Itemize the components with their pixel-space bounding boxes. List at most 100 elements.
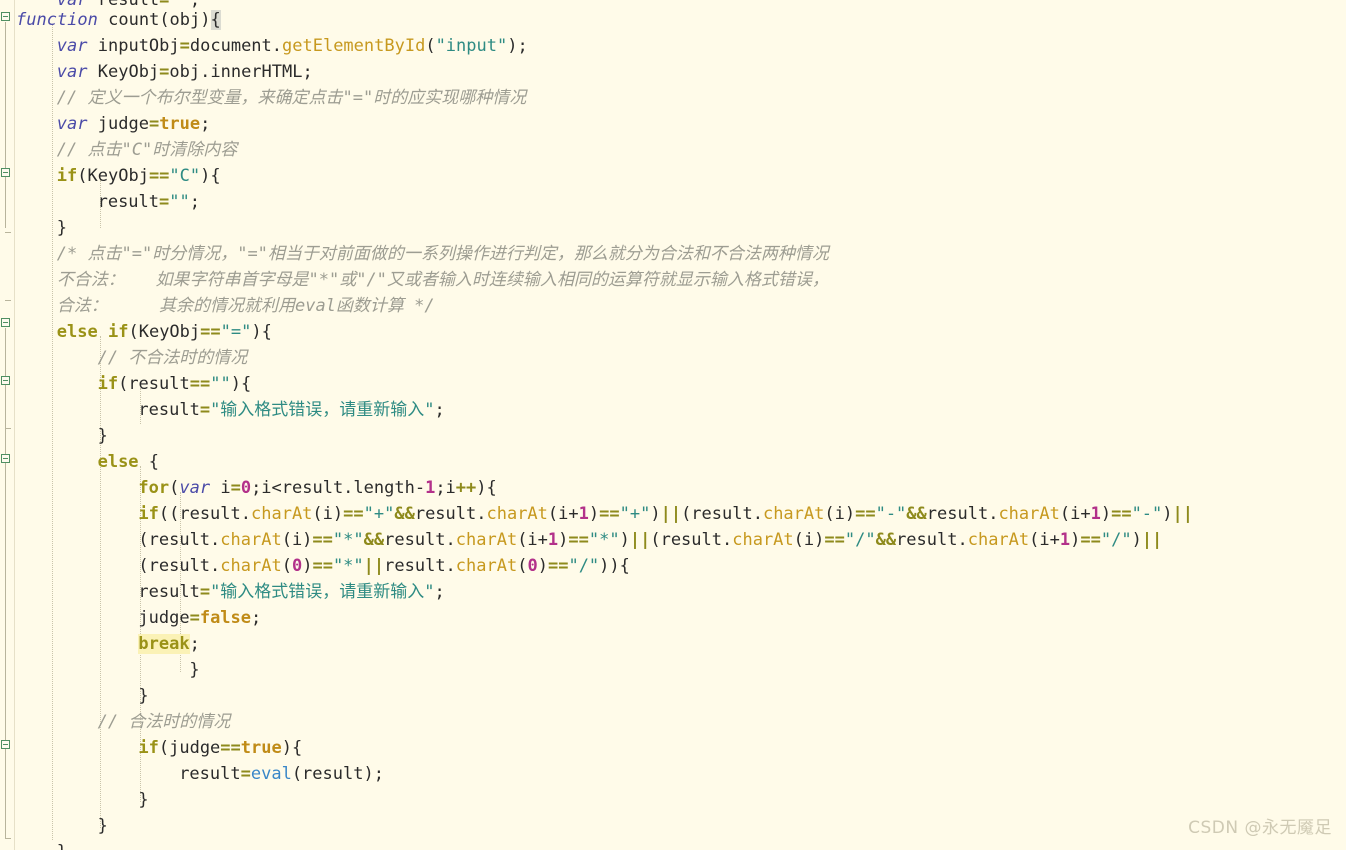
fold-collapse-icon[interactable] xyxy=(1,376,10,385)
code-token-pn: } xyxy=(57,842,67,850)
code-line[interactable]: var KeyObj=obj.innerHTML; xyxy=(0,59,313,85)
code-line[interactable]: judge=false; xyxy=(0,605,261,631)
code-token-pn: (i) xyxy=(824,504,856,524)
code-token-pn: ( xyxy=(517,556,528,576)
code-token-str: "-" xyxy=(1131,504,1163,524)
code-token-op: && xyxy=(394,504,415,524)
code-token-fncall: charAt xyxy=(251,504,313,524)
code-line[interactable]: (result.charAt(i)=="*"&&result.charAt(i+… xyxy=(0,527,1162,553)
code-line[interactable]: } xyxy=(0,423,108,449)
code-token-op: == xyxy=(148,166,170,186)
code-line[interactable]: if((result.charAt(i)=="+"&&result.charAt… xyxy=(0,501,1193,527)
code-token-op: == xyxy=(1080,530,1101,550)
code-token-pn: result. xyxy=(384,556,456,576)
code-token-op: == xyxy=(220,738,241,758)
code-line[interactable]: if(judge==true){ xyxy=(0,735,302,761)
code-line[interactable]: else { xyxy=(0,449,159,475)
code-line[interactable]: function count(obj){ xyxy=(0,7,221,33)
code-token-pn: ;i<result.length- xyxy=(251,478,426,498)
code-line[interactable]: result="输入格式错误，请重新输入"; xyxy=(0,579,444,605)
code-line[interactable]: (result.charAt(0)=="*"||result.charAt(0)… xyxy=(0,553,630,579)
code-line[interactable]: } xyxy=(0,683,148,709)
code-token-fncall: charAt xyxy=(732,530,794,550)
code-token-op: == xyxy=(189,374,211,394)
fold-collapse-icon[interactable] xyxy=(1,740,10,749)
fold-region-end xyxy=(5,838,11,839)
code-token-cmt: // 合法时的情况 xyxy=(97,712,231,732)
code-token-pn: ; xyxy=(189,634,200,654)
code-token-pn: } xyxy=(56,218,68,238)
code-line[interactable]: break; xyxy=(0,631,200,657)
code-token-pn: { xyxy=(138,452,160,472)
code-token-op: || xyxy=(363,556,385,576)
code-token-str: "input" xyxy=(435,36,508,56)
code-token-str: "/" xyxy=(568,556,600,576)
code-token-fncall: charAt xyxy=(220,530,282,550)
code-line[interactable]: /* 点击"="时分情况，"="相当于对前面做的一系列操作进行判定，那么就分为合… xyxy=(0,241,829,267)
fold-collapse-icon[interactable] xyxy=(1,168,10,177)
code-token-str: "-" xyxy=(875,504,907,524)
fold-collapse-icon[interactable] xyxy=(1,454,10,463)
code-token-kw-hl: break xyxy=(138,634,190,654)
code-line[interactable]: } xyxy=(0,787,148,813)
code-line[interactable]: else if(KeyObj=="="){ xyxy=(0,319,272,345)
code-token-num: 0 xyxy=(527,556,538,576)
code-token-pn: inputObj xyxy=(87,36,180,56)
code-token-pn: (i+ xyxy=(517,530,548,550)
fold-collapse-icon[interactable] xyxy=(1,318,10,327)
code-token-str: "=" xyxy=(220,322,252,342)
code-line[interactable]: var inputObj=document.getElementById("in… xyxy=(0,33,528,59)
code-token-pn: ) xyxy=(1131,530,1142,550)
code-token-pn: (judge xyxy=(158,738,221,758)
code-token-kw: if xyxy=(97,374,119,394)
code-token-pn: ){ xyxy=(476,478,497,498)
code-token-op: == xyxy=(599,504,620,524)
code-token-pn: judge xyxy=(138,608,190,628)
code-line[interactable]: } xyxy=(0,813,108,839)
code-token-num: 0 xyxy=(240,478,252,498)
code-token-str: "+" xyxy=(363,504,395,524)
code-line[interactable]: 合法： 其余的情况就利用eval函数计算 */ xyxy=(0,293,435,319)
code-token-num: 1 xyxy=(1090,504,1101,524)
code-token-fncall: charAt xyxy=(220,556,282,576)
code-token-pn: ) xyxy=(1162,504,1173,524)
code-token-op: = xyxy=(240,764,251,784)
code-line[interactable]: if(result==""){ xyxy=(0,371,252,397)
code-line[interactable]: } xyxy=(0,657,199,683)
code-token-bool: true xyxy=(240,738,282,758)
code-line[interactable]: result=""; xyxy=(0,189,200,215)
code-line[interactable]: result="输入格式错误，请重新输入"; xyxy=(0,397,444,423)
code-token-pn: (i) xyxy=(312,504,344,524)
code-content[interactable]: var result=""; function count(obj){var in… xyxy=(0,0,1346,850)
code-line[interactable]: for(var i=0;i<result.length-1;i++){ xyxy=(0,475,497,501)
code-token-pn: (result. xyxy=(650,530,733,550)
code-token-pn: count xyxy=(97,10,160,30)
code-token-op: == xyxy=(312,530,333,550)
code-token-cmt: 合法： 其余的情况就利用eval函数计算 */ xyxy=(56,296,435,316)
code-line[interactable]: var judge=true; xyxy=(0,111,211,137)
code-token-kw: else xyxy=(56,322,98,342)
fold-region-end xyxy=(5,428,11,429)
code-token-op: || xyxy=(1172,504,1194,524)
code-line[interactable]: // 点击"C"时清除内容 xyxy=(0,137,237,163)
code-line[interactable]: // 合法时的情况 xyxy=(0,709,231,735)
fold-collapse-icon[interactable] xyxy=(1,12,10,21)
code-token-op: && xyxy=(875,530,897,550)
code-token-pn: (KeyObj xyxy=(77,166,149,186)
code-token-pn: ) xyxy=(1070,530,1081,550)
code-line[interactable]: result=eval(result); xyxy=(0,761,384,787)
code-token-str: "*" xyxy=(332,530,364,550)
code-line[interactable]: // 定义一个布尔型变量，来确定点击"="时的应实现哪种情况 xyxy=(0,85,526,111)
fold-gutter[interactable] xyxy=(0,0,15,850)
code-line[interactable]: if(KeyObj=="C"){ xyxy=(0,163,221,189)
code-editor[interactable]: var result=""; function count(obj){var in… xyxy=(0,0,1346,850)
code-line[interactable]: 不合法： 如果字符串首字母是"*"或"/"又或者输入时连续输入相同的运算符就显示… xyxy=(0,267,829,293)
code-token-pn: KeyObj xyxy=(87,62,160,82)
code-token-fncall: charAt xyxy=(967,530,1030,550)
code-token-pn: (i+ xyxy=(1029,530,1060,550)
code-token-str: "/" xyxy=(1100,530,1132,550)
code-line[interactable]: // 不合法时的情况 xyxy=(0,345,248,371)
code-token-pn: ) xyxy=(588,504,600,524)
code-token-op: && xyxy=(906,504,927,524)
code-token-pn: i xyxy=(210,478,231,498)
